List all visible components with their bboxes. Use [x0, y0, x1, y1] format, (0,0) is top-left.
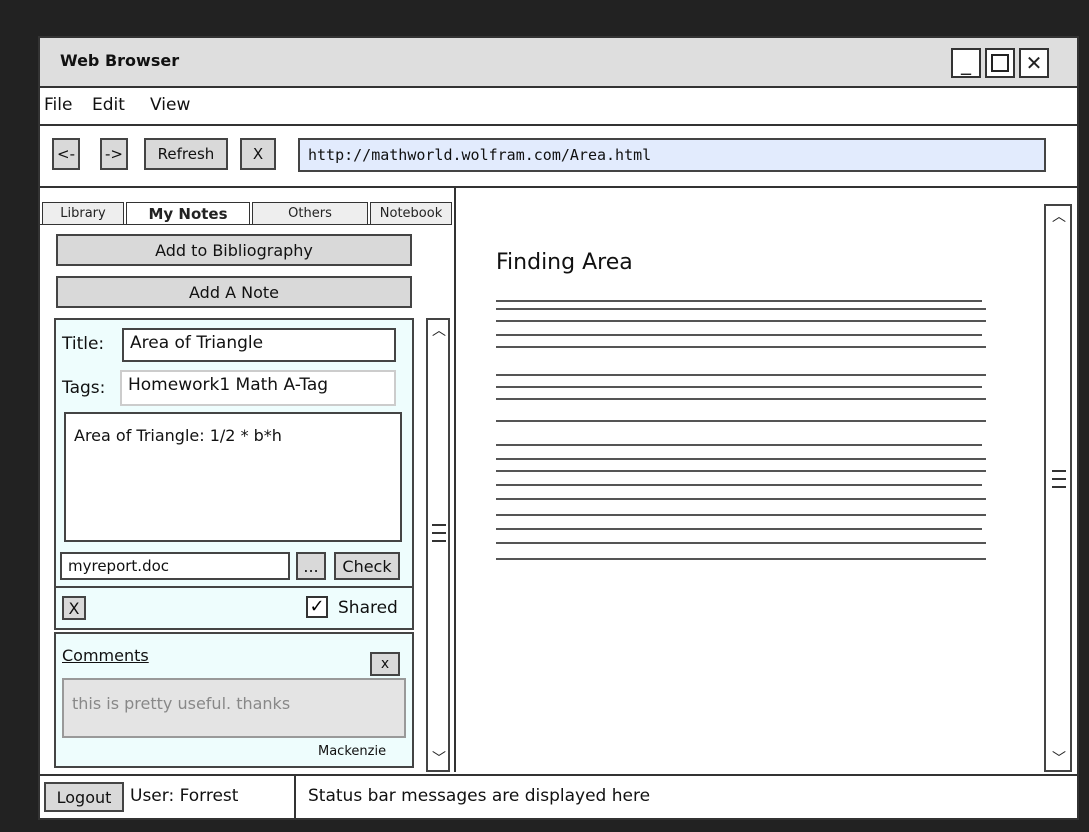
- status-divider: [294, 776, 296, 820]
- text-line-placeholder: [496, 542, 986, 544]
- text-line-placeholder: [496, 498, 986, 500]
- page-scrollbar[interactable]: ︿ ﹀: [1044, 204, 1072, 772]
- comment-author: Mackenzie: [318, 744, 387, 759]
- text-line-placeholder: [496, 320, 986, 322]
- page-scroll-grip-icon[interactable]: [1052, 470, 1066, 472]
- page-scroll-grip-line: [1052, 486, 1066, 488]
- text-line-placeholder: [496, 458, 986, 460]
- menu-file[interactable]: File: [44, 95, 72, 115]
- browse-button[interactable]: ...: [296, 552, 326, 580]
- stop-button[interactable]: X: [240, 138, 276, 170]
- tab-notebook[interactable]: Notebook: [370, 202, 452, 224]
- text-line-placeholder: [496, 470, 986, 472]
- close-comment-button[interactable]: x: [370, 652, 400, 676]
- page-scroll-up-icon[interactable]: ︿: [1050, 206, 1068, 226]
- note-separator: [56, 586, 412, 588]
- text-line-placeholder: [496, 334, 982, 336]
- maximize-button[interactable]: [985, 48, 1015, 78]
- menu-bar: File Edit View: [40, 88, 1077, 126]
- text-line-placeholder: [496, 374, 986, 376]
- minimize-button[interactable]: _: [951, 48, 981, 78]
- note-title-field[interactable]: Area of Triangle: [122, 328, 396, 362]
- notes-sidebar: Library My Notes Others Notebook Add to …: [40, 188, 456, 772]
- close-button[interactable]: ✕: [1019, 48, 1049, 78]
- title-bar: Web Browser _ ✕: [40, 38, 1077, 88]
- text-line-placeholder: [496, 558, 986, 560]
- status-message: Status bar messages are displayed here: [308, 786, 651, 806]
- add-note-button[interactable]: Add A Note: [56, 276, 412, 308]
- text-line-placeholder: [496, 528, 982, 530]
- text-line-placeholder: [496, 514, 986, 516]
- title-label: Title:: [62, 334, 105, 354]
- comments-panel: Comments x this is pretty useful. thanks…: [54, 632, 414, 768]
- checkmark-icon: ✓: [309, 596, 325, 617]
- delete-note-button[interactable]: X: [62, 596, 86, 620]
- text-line-placeholder: [496, 300, 982, 302]
- scroll-grip-icon[interactable]: [432, 524, 446, 526]
- text-line-placeholder: [496, 398, 986, 400]
- check-button[interactable]: Check: [334, 552, 400, 580]
- add-to-bibliography-button[interactable]: Add to Bibliography: [56, 234, 412, 266]
- window-title: Web Browser: [60, 51, 180, 70]
- maximize-icon: [991, 54, 1009, 72]
- note-tags-field[interactable]: Homework1 Math A-Tag: [120, 370, 396, 406]
- tags-label: Tags:: [62, 378, 106, 398]
- menu-edit[interactable]: Edit: [92, 95, 125, 115]
- tab-divider: [40, 224, 452, 225]
- comment-text: this is pretty useful. thanks: [62, 678, 406, 738]
- note-body-textarea[interactable]: Area of Triangle: 1/2 * b*h: [64, 412, 402, 542]
- forward-button[interactable]: ->: [100, 138, 128, 170]
- text-line-placeholder: [496, 420, 986, 422]
- tab-library[interactable]: Library: [42, 202, 124, 224]
- menu-view[interactable]: View: [150, 95, 190, 115]
- shared-checkbox[interactable]: ✓: [306, 596, 328, 618]
- scroll-down-icon[interactable]: ﹀: [430, 748, 448, 768]
- text-line-placeholder: [496, 484, 982, 486]
- page-scroll-down-icon[interactable]: ﹀: [1050, 748, 1068, 768]
- comments-heading[interactable]: Comments: [62, 646, 149, 665]
- user-label: User: Forrest: [130, 786, 239, 806]
- page-scroll-grip-line: [1052, 478, 1066, 480]
- tab-others[interactable]: Others: [252, 202, 368, 224]
- sidebar-scrollbar[interactable]: ︿ ﹀: [426, 318, 450, 772]
- page-content-area: [464, 202, 1044, 774]
- note-card: Title: Area of Triangle Tags: Homework1 …: [54, 318, 414, 630]
- logout-button[interactable]: Logout: [44, 782, 124, 812]
- browser-window: Web Browser _ ✕ File Edit View <- -> Ref…: [38, 36, 1079, 820]
- back-button[interactable]: <-: [52, 138, 80, 170]
- scroll-up-icon[interactable]: ︿: [430, 320, 448, 340]
- attachment-file-field[interactable]: myreport.doc: [60, 552, 290, 580]
- tab-my-notes[interactable]: My Notes: [126, 202, 250, 224]
- minimize-icon: _: [961, 51, 971, 75]
- text-line-placeholder: [496, 346, 986, 348]
- text-line-placeholder: [496, 386, 982, 388]
- shared-label: Shared: [338, 598, 398, 618]
- status-bar: Logout User: Forrest Status bar messages…: [40, 774, 1077, 820]
- text-line-placeholder: [496, 444, 982, 446]
- text-line-placeholder: [496, 308, 986, 310]
- close-icon: ✕: [1025, 51, 1043, 75]
- refresh-button[interactable]: Refresh: [144, 138, 228, 170]
- address-bar[interactable]: http://mathworld.wolfram.com/Area.html: [298, 138, 1046, 172]
- toolbar: <- -> Refresh X http://mathworld.wolfram…: [40, 126, 1077, 188]
- page-title: Finding Area: [496, 250, 633, 275]
- scroll-grip-line: [432, 532, 446, 534]
- scroll-grip-line: [432, 540, 446, 542]
